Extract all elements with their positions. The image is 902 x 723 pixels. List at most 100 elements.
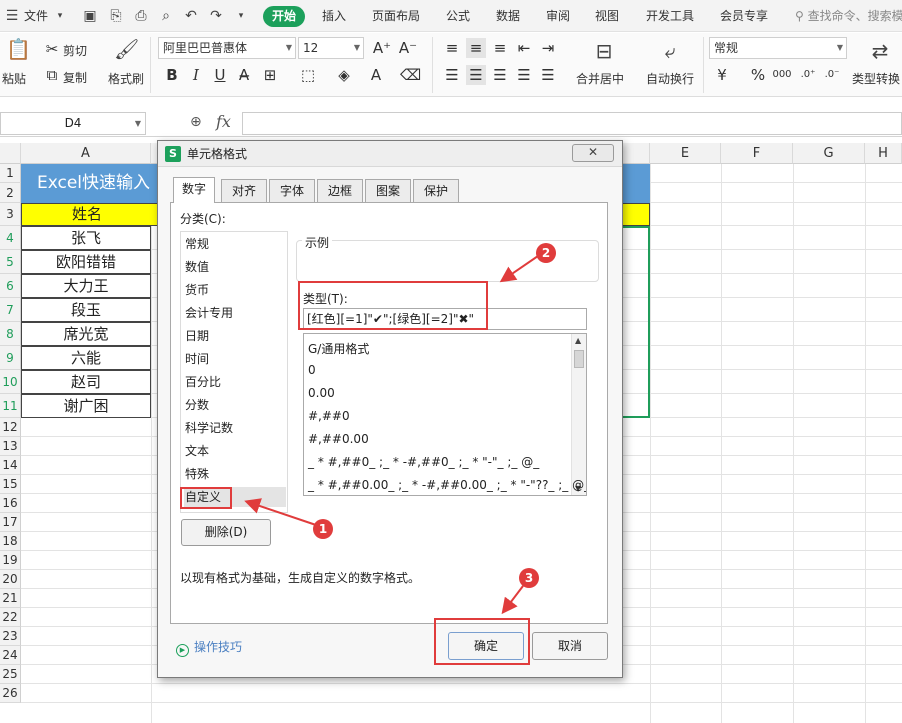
row-header[interactable]: 21 — [0, 589, 21, 608]
row-header[interactable]: 17 — [0, 513, 21, 532]
wrap-text-icon[interactable]: ⤶ — [656, 41, 684, 61]
decrease-indent-icon[interactable]: ⇤ — [514, 38, 534, 58]
row-header[interactable]: 14 — [0, 456, 21, 475]
save-icon[interactable]: ▣ — [80, 6, 100, 26]
paste-icon[interactable]: 📋 — [6, 39, 31, 59]
row-header[interactable]: 22 — [0, 608, 21, 627]
delete-button[interactable]: 删除(D) — [181, 519, 271, 546]
font-size-select[interactable]: 12 ▼ — [298, 37, 364, 59]
row-header[interactable]: 18 — [0, 532, 21, 551]
file-dropdown-icon[interactable]: ▾ — [50, 6, 70, 26]
scroll-up-icon[interactable]: ▲ — [575, 336, 581, 345]
column-header-e[interactable]: E — [650, 143, 721, 164]
table-row[interactable]: 大力王 — [21, 274, 151, 298]
copy-icon[interactable]: ⧉ — [42, 65, 62, 85]
underline-icon[interactable]: U — [210, 65, 230, 85]
export-icon[interactable]: ⎘ — [106, 6, 126, 26]
list-item[interactable]: 特殊 — [184, 464, 209, 484]
row-header[interactable]: 6 — [0, 274, 21, 298]
format-painter-button[interactable]: 格式刷 — [108, 70, 144, 87]
table-row[interactable]: 欧阳错错 — [21, 250, 151, 274]
row-header[interactable]: 19 — [0, 551, 21, 570]
italic-icon[interactable]: I — [186, 65, 206, 85]
format-list-scrollbar[interactable]: ▲ ▼ — [571, 334, 586, 495]
row-header[interactable]: 16 — [0, 494, 21, 513]
increase-decimal-icon[interactable]: .0⁺ — [798, 65, 818, 85]
thousands-icon[interactable]: 000 — [772, 65, 792, 85]
row-header[interactable]: 7 — [0, 298, 21, 322]
tips-link[interactable]: ▶ 操作技巧 — [176, 638, 242, 657]
merge-center-icon[interactable]: ⊟ — [590, 41, 618, 61]
decrease-font-icon[interactable]: A⁻ — [398, 38, 418, 58]
wrap-text-button[interactable]: 自动换行 — [646, 70, 694, 87]
font-name-select[interactable]: 阿里巴巴普惠体 ▼ — [158, 37, 296, 59]
list-item[interactable]: 文本 — [184, 441, 209, 461]
insert-function-icon[interactable]: fx — [216, 112, 231, 131]
list-item[interactable]: 百分比 — [184, 372, 221, 392]
cancel-button[interactable]: 取消 — [532, 632, 608, 660]
quick-access-dropdown-icon[interactable]: ▾ — [231, 6, 251, 26]
cut-icon[interactable]: ✂ — [42, 39, 62, 59]
table-row[interactable]: 六能 — [21, 346, 151, 370]
tab-number[interactable]: 数字 — [173, 177, 215, 203]
align-middle-icon[interactable]: ≡ — [466, 38, 486, 58]
strikethrough-icon[interactable]: A̶ — [234, 65, 254, 85]
column-header-a[interactable]: A — [21, 143, 151, 164]
table-row[interactable]: 谢广困 — [21, 394, 151, 418]
list-item[interactable]: G/通用格式 — [308, 340, 369, 357]
font-color-icon[interactable]: A — [366, 65, 386, 85]
list-item[interactable]: #,##0.00 — [308, 432, 369, 446]
tab-border[interactable]: 边框 — [317, 179, 363, 202]
format-list[interactable]: ▲ ▼ G/通用格式 0 0.00 #,##0 #,##0.00 _ * #,##0_ ;… — [303, 333, 587, 496]
list-item[interactable]: 会计专用 — [184, 303, 233, 323]
row-header[interactable]: 3 — [0, 203, 21, 226]
row-header[interactable]: 9 — [0, 346, 21, 370]
type-convert-button[interactable]: 类型转换 — [852, 70, 900, 87]
row-header[interactable]: 12 — [0, 418, 21, 437]
table-row[interactable]: 席光宽 — [21, 322, 151, 346]
merge-center-button[interactable]: 合并居中 — [576, 70, 624, 87]
bold-icon[interactable]: B — [162, 65, 182, 85]
tab-view[interactable]: 视图 — [595, 0, 619, 32]
table-row[interactable]: 赵司 — [21, 370, 151, 394]
table-row[interactable]: 张飞 — [21, 226, 151, 250]
tab-member[interactable]: 会员专享 — [720, 0, 768, 32]
formula-input[interactable] — [242, 112, 902, 135]
tab-formulas[interactable]: 公式 — [446, 0, 470, 32]
row-header[interactable]: 1 — [0, 164, 21, 183]
increase-indent-icon[interactable]: ⇥ — [538, 38, 558, 58]
list-item[interactable]: 分数 — [184, 395, 209, 415]
justify-icon[interactable]: ☰ — [514, 65, 534, 85]
align-top-icon[interactable]: ≡ — [442, 38, 462, 58]
list-item[interactable]: 0 — [308, 363, 316, 377]
decrease-decimal-icon[interactable]: .0⁻ — [822, 65, 842, 85]
tab-start[interactable]: 开始 — [263, 6, 305, 27]
column-header-f[interactable]: F — [721, 143, 793, 164]
align-right-icon[interactable]: ☰ — [490, 65, 510, 85]
cell-style-icon[interactable]: ⬚ — [298, 65, 318, 85]
percent-icon[interactable]: % — [748, 65, 768, 85]
tab-font[interactable]: 字体 — [269, 179, 315, 202]
row-header[interactable]: 26 — [0, 684, 21, 703]
dialog-titlebar[interactable]: S 单元格格式 ✕ — [158, 141, 622, 167]
clear-format-icon[interactable]: ⌫ — [400, 65, 421, 85]
print-icon[interactable]: ⎙ — [131, 6, 151, 26]
align-left-icon[interactable]: ☰ — [442, 65, 462, 85]
type-convert-icon[interactable]: ⇄ — [866, 41, 894, 61]
tab-alignment[interactable]: 对齐 — [221, 179, 267, 202]
tab-pattern[interactable]: 图案 — [365, 179, 411, 202]
row-header[interactable]: 13 — [0, 437, 21, 456]
row-header[interactable]: 24 — [0, 646, 21, 665]
zoom-formula-icon[interactable]: ⊕ — [190, 114, 202, 130]
list-item[interactable]: 常规 — [184, 234, 209, 254]
tab-data[interactable]: 数据 — [496, 0, 520, 32]
column-header-h[interactable]: H — [865, 143, 902, 164]
align-center-icon[interactable]: ☰ — [466, 65, 486, 85]
row-header[interactable]: 20 — [0, 570, 21, 589]
paste-button[interactable]: 粘贴 — [2, 70, 26, 87]
row-header[interactable]: 11 — [0, 394, 21, 418]
currency-icon[interactable]: ¥ — [712, 65, 732, 85]
tab-page-layout[interactable]: 页面布局 — [372, 0, 420, 32]
list-item[interactable]: 数值 — [184, 257, 209, 277]
distributed-icon[interactable]: ☰ — [538, 65, 558, 85]
